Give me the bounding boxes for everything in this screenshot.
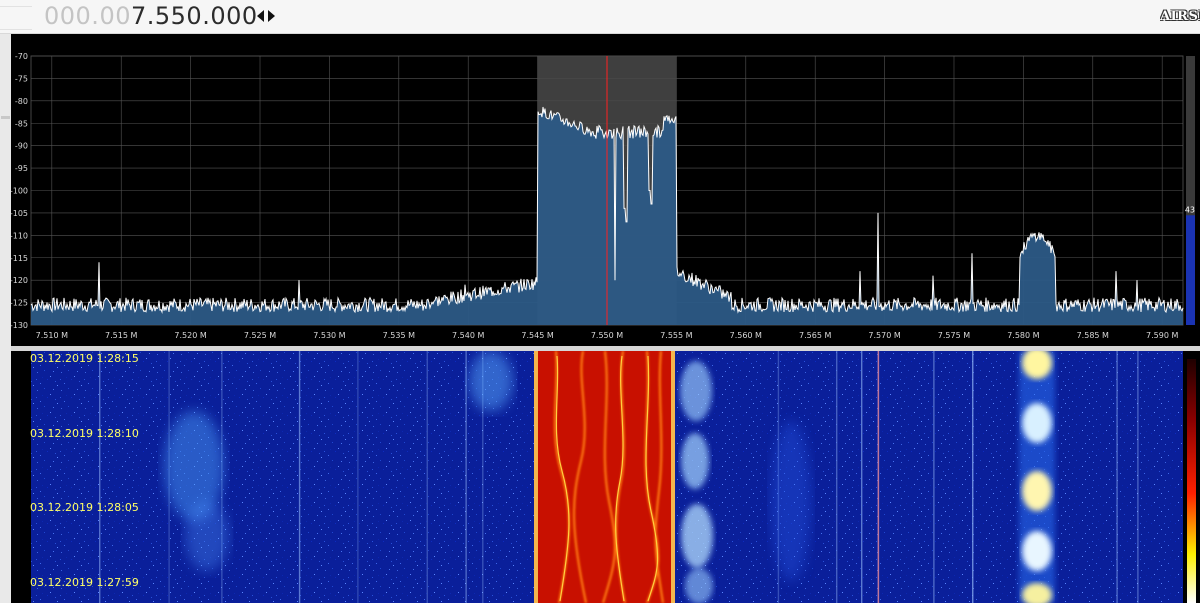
carrier-streak	[972, 351, 974, 603]
y-tick-label: -75	[15, 74, 28, 83]
airspy-logo: AIRSPY	[1160, 9, 1200, 24]
side-panel-strip[interactable]	[0, 34, 11, 603]
x-tick-label: 7.565 M	[799, 331, 831, 340]
carrier-streak	[933, 351, 935, 603]
y-tick-label: -100	[11, 187, 28, 196]
side-panel-handle[interactable]	[1, 116, 10, 119]
waterfall-passband-signal	[534, 351, 675, 603]
toolbar: 000.007.550.000 AIRSPY	[0, 0, 1200, 34]
waterfall-beacon-signal	[1019, 351, 1055, 603]
x-tick-label: 7.580 M	[1007, 331, 1039, 340]
y-tick-label: -105	[11, 209, 28, 218]
y-tick-label: -120	[11, 276, 28, 285]
carrier-streak	[1137, 351, 1139, 603]
waterfall-timestamp: 03.12.2019 1:28:10	[30, 427, 139, 440]
waterfall-display[interactable]	[11, 351, 1200, 603]
y-tick-label: -115	[11, 254, 28, 263]
x-tick-label: 7.540 M	[452, 331, 484, 340]
spectrum-analyzer[interactable]: -70 -75 -80 -85 -90 -95 -100 -105 -110 -115 -120 -1…	[11, 34, 1200, 346]
x-tick-label: 7.570 M	[868, 331, 900, 340]
x-tick-label: 7.590 M	[1146, 331, 1178, 340]
carrier-streak	[860, 351, 863, 603]
gain-slider-value: 43	[1185, 205, 1195, 214]
frequency-display[interactable]: 000.007.550.000	[44, 1, 258, 31]
carrier-streak	[298, 351, 301, 603]
carrier-streak	[426, 351, 428, 603]
y-tick-label: -80	[15, 97, 28, 106]
waterfall-timestamp: 03.12.2019 1:28:05	[30, 501, 139, 514]
x-tick-label: 7.560 M	[730, 331, 762, 340]
y-tick-label: -70	[15, 52, 28, 61]
frequency-leading-zeros[interactable]: 000.00	[44, 2, 131, 30]
x-tick-label: 7.575 M	[938, 331, 970, 340]
y-tick-label: -125	[11, 299, 28, 308]
carrier-streak	[357, 351, 359, 603]
x-tick-label: 7.515 M	[105, 331, 137, 340]
tuning-step-arrows-icon[interactable]	[256, 7, 276, 25]
y-tick-label: -130	[11, 321, 28, 330]
carrier-streak	[877, 351, 880, 603]
x-tick-label: 7.530 M	[313, 331, 345, 340]
x-tick-label: 7.525 M	[244, 331, 276, 340]
y-tick-label: -85	[15, 119, 28, 128]
y-tick-label: -110	[11, 231, 28, 240]
waterfall-color-scale[interactable]	[1187, 359, 1196, 603]
carrier-streak	[1116, 351, 1118, 603]
waterfall-left-gutter	[11, 351, 31, 603]
toolbar-grip[interactable]	[0, 6, 32, 30]
y-tick-label: -95	[15, 164, 28, 173]
gain-slider-level[interactable]	[1186, 215, 1195, 325]
carrier-streak	[836, 351, 838, 603]
x-tick-label: 7.555 M	[660, 331, 692, 340]
x-tick-label: 7.545 M	[521, 331, 553, 340]
x-tick-label: 7.585 M	[1077, 331, 1109, 340]
frequency-digits[interactable]: 7.550.000	[131, 2, 258, 30]
waterfall-timestamp: 03.12.2019 1:27:59	[30, 576, 139, 589]
carrier-streak	[99, 351, 101, 603]
x-tick-label: 7.535 M	[383, 331, 415, 340]
carrier-streak	[465, 351, 467, 603]
waterfall-timestamp: 03.12.2019 1:28:15	[30, 352, 139, 365]
x-tick-label: 7.510 M	[36, 331, 68, 340]
x-tick-label: 7.550 M	[591, 331, 623, 340]
y-tick-label: -90	[15, 142, 28, 151]
x-tick-label: 7.520 M	[174, 331, 206, 340]
